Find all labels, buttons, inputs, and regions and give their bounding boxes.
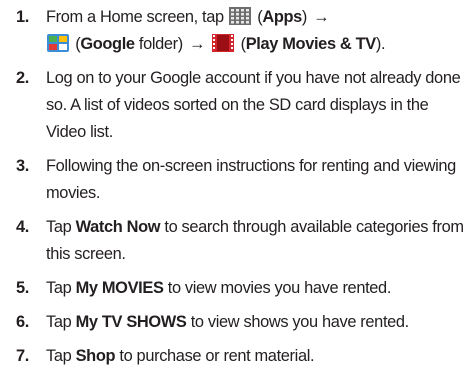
google-suffix: folder) — [134, 35, 183, 53]
instruction-steps: 1. From a Home screen, tap (Apps) → (Goo… — [0, 4, 472, 377]
my-movies-label: My MOVIES — [75, 279, 164, 297]
step-number: 4. — [16, 218, 29, 236]
manual-page: 1. From a Home screen, tap (Apps) → (Goo… — [0, 0, 472, 366]
google-label: Google — [80, 35, 135, 53]
step-number: 5. — [16, 279, 29, 297]
step-text: Log on to your Google account if you hav… — [46, 69, 461, 141]
step-5: 5. Tap My MOVIES to view movies you have… — [0, 275, 472, 302]
step-3: 3. Following the on-screen instructions … — [0, 153, 472, 207]
step-text-post: to view movies you have rented. — [163, 279, 392, 297]
arrow-icon: → — [313, 8, 330, 26]
step-2: 2. Log on to your Google account if you … — [0, 65, 472, 146]
step-number: 6. — [16, 313, 29, 331]
play-movies-icon — [212, 34, 235, 52]
step-number: 2. — [16, 69, 29, 87]
step-text-pre: Tap — [46, 347, 76, 365]
step-text-post: to view shows you have rented. — [186, 313, 410, 331]
my-tv-shows-label: My TV SHOWS — [75, 313, 187, 331]
paren-close: ). — [375, 35, 386, 53]
step-text-pre: Tap — [46, 218, 76, 236]
step-1: 1. From a Home screen, tap (Apps) → (Goo… — [0, 4, 472, 58]
step-6: 6. Tap My TV SHOWS to view shows you hav… — [0, 309, 472, 336]
step-number: 3. — [16, 157, 29, 175]
play-movies-label: Play Movies & TV — [245, 35, 376, 53]
arrow-icon: → — [189, 35, 206, 53]
step-text-pre: Tap — [46, 279, 76, 297]
apps-grid-icon — [229, 7, 251, 25]
step-number: 1. — [16, 8, 29, 26]
apps-label: Apps — [262, 8, 302, 26]
shop-label: Shop — [75, 347, 116, 365]
google-folder-icon — [47, 34, 69, 52]
step-4: 4. Tap Watch Now to search through avail… — [0, 214, 472, 268]
step-text-pre: Tap — [46, 313, 76, 331]
step-text: From a Home screen, tap — [46, 8, 224, 26]
watch-now-label: Watch Now — [75, 218, 161, 236]
paren-close: ) — [301, 8, 308, 26]
step-text-post: to purchase or rent material. — [115, 347, 315, 365]
step-text: Following the on-screen instructions for… — [46, 157, 456, 202]
